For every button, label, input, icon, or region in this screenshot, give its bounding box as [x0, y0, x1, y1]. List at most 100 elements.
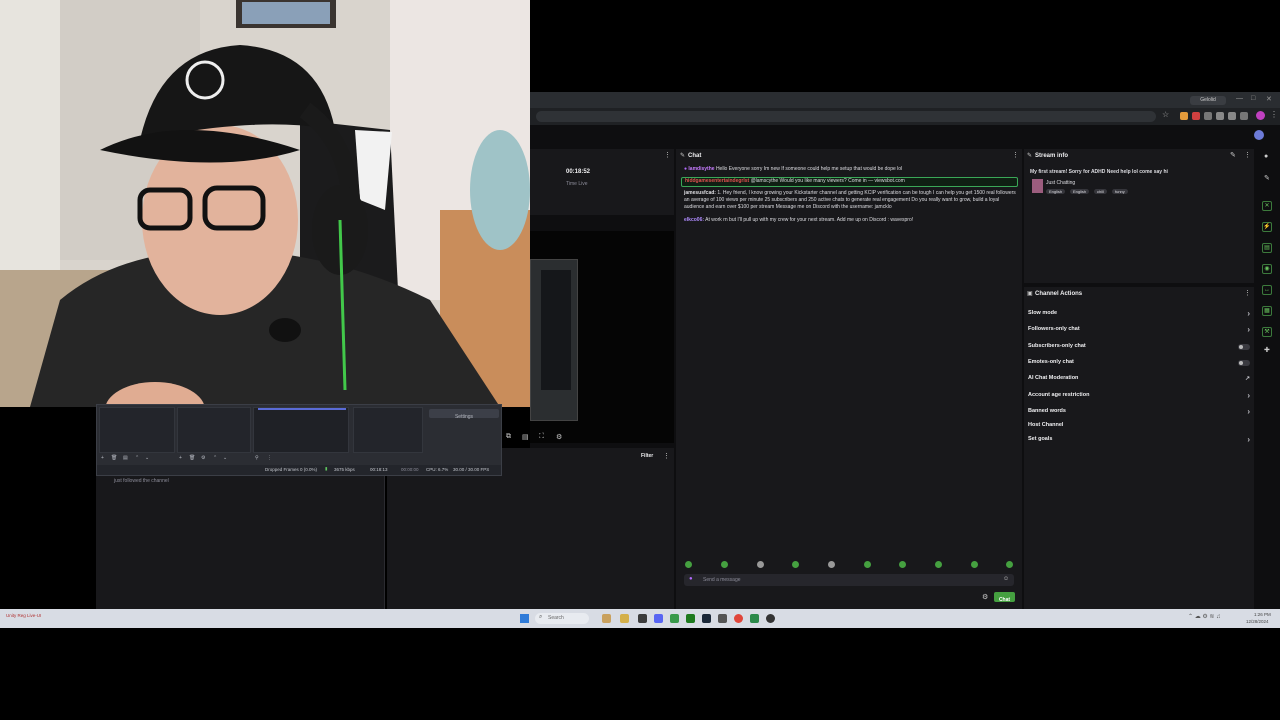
chat-username[interactable]: elkco06: — [684, 217, 704, 223]
emotes-only-action[interactable]: Emotes-only chat — [1028, 359, 1252, 371]
clip-icon[interactable]: ⧉ — [506, 433, 511, 441]
app-icon[interactable] — [750, 614, 759, 623]
add-icon[interactable]: + — [179, 455, 182, 461]
obs-settings-button[interactable]: Settings — [429, 409, 499, 420]
more-menu-icon[interactable]: ⋮ — [1270, 110, 1278, 119]
followers-only-action[interactable]: Followers-only chat › — [1028, 325, 1252, 338]
chat-username[interactable]: hiddgamesentertaindegrlst — [685, 178, 749, 184]
chat-username[interactable]: jamesusfcad: — [684, 190, 716, 196]
address-bar[interactable] — [536, 111, 1156, 122]
obs-scenes-list[interactable] — [99, 407, 175, 453]
wrench-icon[interactable]: ⚒ — [1262, 327, 1272, 337]
set-goals-action[interactable]: Set goals › — [1028, 435, 1252, 448]
tag[interactable]: chill — [1094, 189, 1107, 194]
extension-icon[interactable] — [1204, 112, 1212, 120]
quick-action-button[interactable] — [899, 561, 906, 568]
steam-icon[interactable] — [702, 614, 711, 623]
browser-tab[interactable]: Gelolid — [1190, 96, 1226, 105]
app-icon[interactable] — [638, 614, 647, 623]
link-icon[interactable]: ⚲ — [255, 455, 259, 461]
host-channel-action[interactable]: Host Channel — [1028, 422, 1252, 434]
quick-action-button[interactable] — [935, 561, 942, 568]
obs-sources-list[interactable] — [177, 407, 251, 453]
quick-action-button[interactable] — [721, 561, 728, 568]
app-icon[interactable] — [718, 614, 727, 623]
settings-icon[interactable]: ⚙ — [556, 433, 562, 441]
quick-action-button[interactable] — [792, 561, 799, 568]
fullscreen-icon[interactable]: ⛶ — [539, 433, 544, 441]
chat-input[interactable]: ● Send a message ☺ — [684, 574, 1014, 586]
profile-avatar[interactable] — [1256, 111, 1265, 120]
subscribers-only-action[interactable]: Subscribers-only chat — [1028, 343, 1252, 355]
tag[interactable]: English — [1070, 189, 1090, 194]
extension-icon[interactable] — [1228, 112, 1236, 120]
chrome-icon[interactable] — [734, 614, 743, 623]
quick-action-icon[interactable]: ● — [1264, 153, 1268, 160]
down-icon[interactable]: ⌄ — [223, 455, 227, 461]
more-options-icon[interactable]: ⋮ — [267, 455, 272, 461]
system-tray-icons[interactable]: ⌃ ☁ ⚙ ≋ ♫ — [1188, 613, 1221, 620]
notification-pill[interactable]: Unity Reg Live-UI — [6, 612, 41, 620]
user-avatar[interactable] — [1254, 130, 1264, 140]
emotes-only-toggle[interactable] — [1238, 360, 1250, 366]
quick-action-button[interactable] — [971, 561, 978, 568]
clip-icon[interactable]: ▤ — [1262, 243, 1272, 253]
chat-settings-icon[interactable]: ⚙ — [982, 593, 988, 601]
chat-username[interactable]: Iamdisythe — [688, 166, 714, 172]
settings-icon[interactable]: ⚙ — [201, 455, 205, 461]
more-options-icon[interactable]: ⋮ — [1244, 151, 1251, 159]
ai-moderation-action[interactable]: AI Chat Moderation ↗ — [1028, 375, 1252, 387]
quick-action-button[interactable] — [828, 561, 835, 568]
up-icon[interactable]: ⌃ — [135, 455, 139, 461]
obs-transitions[interactable] — [353, 407, 423, 453]
quick-action-button[interactable] — [757, 561, 764, 568]
extension-icon[interactable] — [1216, 112, 1224, 120]
more-options-icon[interactable]: ⋮ — [1244, 289, 1251, 297]
banned-words-action[interactable]: Banned words › — [1028, 407, 1252, 420]
extension-icon[interactable] — [1180, 112, 1188, 120]
clock-time[interactable]: 1:26 PM — [1254, 612, 1271, 617]
more-options-icon[interactable]: ⋮ — [1012, 151, 1019, 159]
quick-action-button[interactable] — [864, 561, 871, 568]
down-icon[interactable]: ⌄ — [145, 455, 149, 461]
chat-bubble-icon[interactable]: ◉ — [1262, 264, 1272, 274]
lightning-icon[interactable]: ⚡ — [1262, 222, 1272, 232]
add-action-icon[interactable]: ✚ — [1264, 346, 1270, 354]
up-icon[interactable]: ⌃ — [213, 455, 217, 461]
tag[interactable]: funny — [1112, 189, 1128, 194]
app-icon[interactable] — [670, 614, 679, 623]
extension-icon[interactable] — [1192, 112, 1200, 120]
windows-start-icon[interactable] — [520, 614, 529, 623]
more-options-icon[interactable]: ⋮ — [663, 452, 670, 460]
quick-action-button[interactable] — [1006, 561, 1013, 568]
quick-action-button[interactable] — [685, 561, 692, 568]
slow-mode-action[interactable]: Slow mode › — [1028, 309, 1252, 322]
add-icon[interactable]: + — [101, 455, 104, 461]
theater-icon[interactable]: ▤ — [522, 433, 529, 441]
account-age-action[interactable]: Account age restriction › — [1028, 391, 1252, 404]
edit-icon[interactable]: ✎ — [1230, 151, 1236, 159]
filter-icon[interactable]: ▤ — [123, 455, 128, 461]
raid-icon[interactable]: ↔ — [1262, 285, 1272, 295]
clock-date[interactable]: 12/28/2024 — [1246, 619, 1269, 624]
obs-audio-mixer[interactable] — [253, 407, 349, 453]
widgets-icon[interactable] — [602, 614, 611, 623]
maximize-button[interactable]: □ — [1251, 95, 1255, 102]
more-options-icon[interactable]: ⋮ — [664, 151, 671, 159]
obs-icon[interactable] — [766, 614, 775, 623]
subscribers-only-toggle[interactable] — [1238, 344, 1250, 350]
extension-icon[interactable] — [1240, 112, 1248, 120]
trash-icon[interactable]: 🗑 — [189, 455, 195, 461]
chat-send-button[interactable]: Chat — [994, 592, 1015, 603]
trash-icon[interactable]: 🗑 — [111, 455, 117, 461]
edit-icon[interactable]: ✎ — [1264, 174, 1270, 182]
taskbar-search[interactable]: ⌕ Search — [535, 613, 589, 624]
close-button[interactable]: ✕ — [1266, 95, 1272, 103]
category-name[interactable]: Just Chatting — [1046, 180, 1075, 186]
tag[interactable]: English — [1046, 189, 1066, 194]
filter-button[interactable]: Filter — [641, 453, 653, 459]
minimize-button[interactable]: — — [1236, 95, 1243, 102]
marker-icon[interactable]: ▦ — [1262, 306, 1272, 316]
emote-icon[interactable]: ☺ — [1003, 576, 1009, 582]
discord-icon[interactable] — [654, 614, 663, 623]
